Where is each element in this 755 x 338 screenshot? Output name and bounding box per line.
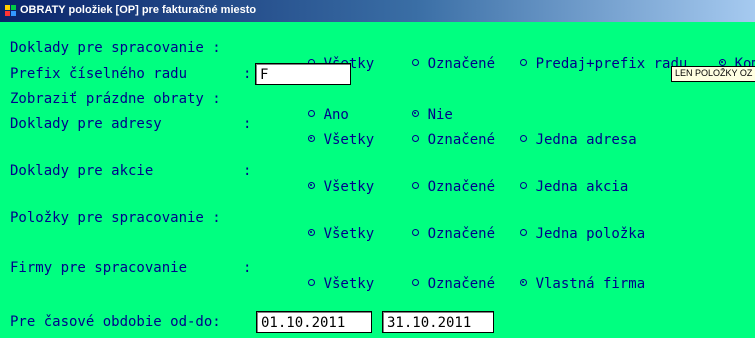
radio-akcie-jedna[interactable]: Jedna akcia <box>469 163 628 211</box>
adresy-label: Doklady pre adresy <box>10 116 162 132</box>
app-icon <box>5 5 16 16</box>
doklady-spracovanie-label: Doklady pre spracovanie : <box>10 40 221 56</box>
radio-selected-icon <box>307 182 315 189</box>
radio-polozky-jedna[interactable]: Jedna položka <box>469 210 645 258</box>
radio-circle-icon <box>411 182 419 189</box>
prefix-input[interactable]: F <box>255 63 351 85</box>
len-polozky-badge: LEN POLOŽKY OZ <box>671 66 755 82</box>
row-obdobie: Pre časové obdobie od-do: 01.10.2011 31.… <box>10 311 755 335</box>
row-prazdne-obraty: Zobraziť prázdne obraty : Ano Nie <box>10 88 755 123</box>
window-title: OBRATY položiek [OP] pre fakturačné mies… <box>20 4 257 16</box>
akcie-colon: : <box>243 163 252 179</box>
row-firmy: Firmy pre spracovanie : Všetky Označené … <box>10 257 755 292</box>
prazdne-obraty-label: Zobraziť prázdne obraty : <box>10 91 221 107</box>
radio-adresy-vsetky[interactable]: Všetky <box>257 116 374 164</box>
radio-circle-icon <box>307 279 315 286</box>
row-polozky: Položky pre spracovanie : Všetky Označen… <box>10 207 755 242</box>
akcie-label: Doklady pre akcie <box>10 163 154 179</box>
radio-selected-icon <box>519 279 527 286</box>
obdobie-label: Pre časové obdobie od-do: <box>10 314 221 330</box>
radio-circle-icon <box>411 229 419 236</box>
prefix-colon: : <box>243 66 252 82</box>
obraty-window: OBRATY položiek [OP] pre fakturačné mies… <box>0 0 755 338</box>
radio-circle-icon <box>519 182 527 189</box>
radio-selected-icon <box>307 229 315 236</box>
adresy-colon: : <box>243 116 252 132</box>
firmy-colon: : <box>243 260 252 276</box>
radio-akcie-vsetky[interactable]: Všetky <box>257 163 374 211</box>
radio-circle-icon <box>519 135 527 142</box>
firmy-label: Firmy pre spracovanie <box>10 260 188 276</box>
row-doklady-spracovanie: Doklady pre spracovanie : Všetky Označen… <box>10 37 755 72</box>
radio-selected-icon <box>307 135 315 142</box>
row-prefix: Prefix číselného radu : F <box>10 63 755 85</box>
radio-circle-icon <box>519 229 527 236</box>
date-to-input[interactable]: 31.10.2011 <box>382 311 494 333</box>
radio-firmy-vlastna[interactable]: Vlastná firma <box>469 260 645 308</box>
radio-firmy-vsetky[interactable]: Všetky <box>257 260 374 308</box>
prefix-label: Prefix číselného radu <box>10 66 188 82</box>
radio-adresy-jedna[interactable]: Jedna adresa <box>469 116 637 164</box>
radio-circle-icon <box>411 135 419 142</box>
polozky-label: Položky pre spracovanie : <box>10 210 221 226</box>
title-bar[interactable]: OBRATY položiek [OP] pre fakturačné mies… <box>0 0 755 22</box>
row-adresy: Doklady pre adresy : Všetky Označené Jed… <box>10 113 755 148</box>
radio-polozky-vsetky[interactable]: Všetky <box>257 210 374 258</box>
date-from-input[interactable]: 01.10.2011 <box>256 311 372 333</box>
radio-circle-icon <box>411 279 419 286</box>
row-akcie: Doklady pre akcie : Všetky Označené Jedn… <box>10 160 755 195</box>
